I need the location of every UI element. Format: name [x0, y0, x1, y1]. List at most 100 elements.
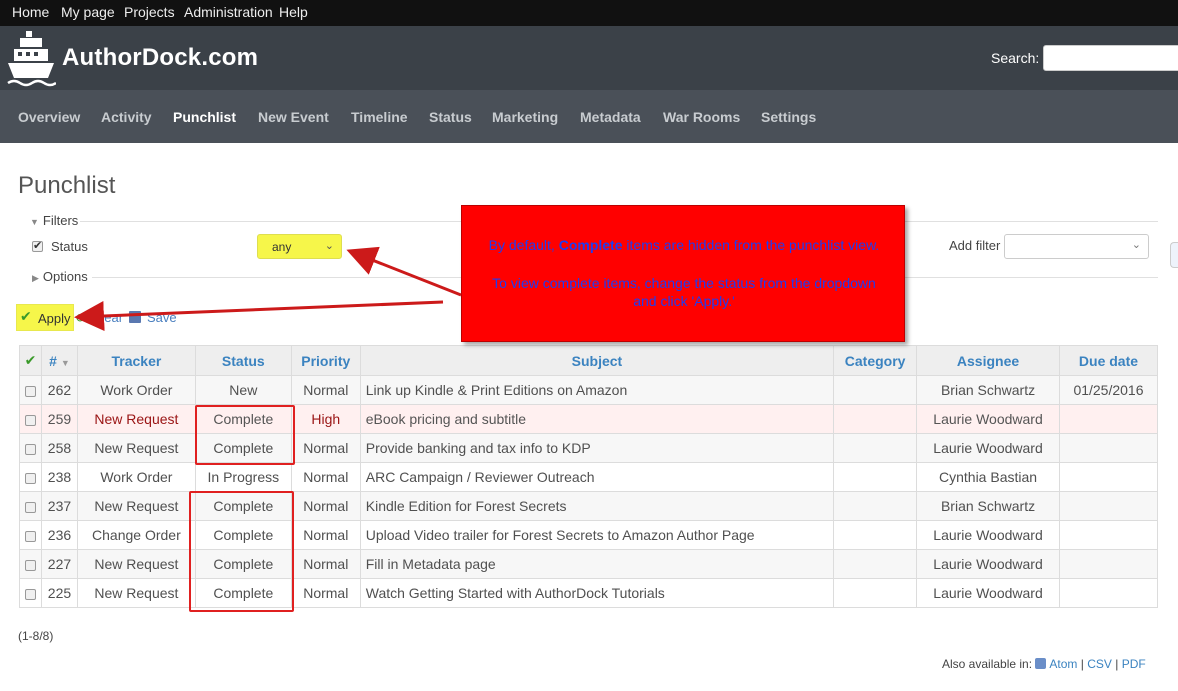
issue-subject[interactable]: ARC Campaign / Reviewer Outreach	[359, 462, 835, 492]
search-input[interactable]	[1043, 45, 1178, 71]
filters-legend[interactable]: ▼ Filters	[30, 213, 78, 228]
row-checkbox[interactable]	[24, 501, 36, 513]
issue-id[interactable]: 225	[40, 578, 78, 608]
table-row[interactable]: 262 Work Order New Normal Link up Kindle…	[19, 375, 1159, 405]
clear-link[interactable]: Clear	[92, 310, 123, 325]
main-nav: Overview Activity Punchlist New Event Ti…	[0, 90, 1178, 143]
top-menu-projects[interactable]: Projects	[124, 4, 175, 20]
column-header-category[interactable]: Category	[833, 345, 918, 376]
issue-subject[interactable]: eBook pricing and subtitle	[359, 404, 835, 434]
export-formats: Also available in: Atom | CSV | PDF	[942, 657, 1146, 671]
column-header-due-date[interactable]: Due date	[1058, 345, 1159, 376]
issue-assignee[interactable]: Laurie Woodward	[916, 404, 1060, 434]
issue-due-date	[1058, 462, 1159, 492]
issue-due-date	[1058, 520, 1159, 550]
issue-assignee[interactable]: Cynthia Bastian	[916, 462, 1060, 492]
tab-metadata[interactable]: Metadata	[580, 109, 641, 125]
top-menu-home[interactable]: Home	[12, 4, 49, 20]
tab-marketing[interactable]: Marketing	[492, 109, 558, 125]
export-pdf-link[interactable]: PDF	[1122, 657, 1146, 671]
row-checkbox[interactable]	[24, 472, 36, 484]
add-filter-select[interactable]: ⌄	[1004, 234, 1149, 259]
issue-due-date: 01/25/2016	[1058, 375, 1159, 405]
issue-subject[interactable]: Kindle Edition for Forest Secrets	[359, 491, 835, 521]
tab-status[interactable]: Status	[429, 109, 472, 125]
status-filter-select[interactable]: any ⌄	[257, 234, 342, 259]
page-title: Punchlist	[18, 172, 116, 199]
issue-status: In Progress	[194, 462, 292, 492]
chevron-down-icon: ⌄	[1131, 239, 1141, 251]
callout-line-3: and click 'Apply.'	[633, 293, 735, 309]
select-all-check-icon[interactable]: ✔	[19, 345, 42, 376]
issue-assignee[interactable]: Brian Schwartz	[916, 491, 1060, 521]
row-checkbox[interactable]	[24, 443, 36, 455]
issue-assignee[interactable]: Laurie Woodward	[916, 520, 1060, 550]
apply-button[interactable]: ✔ Apply	[16, 304, 74, 331]
issue-due-date	[1058, 491, 1159, 521]
issue-assignee[interactable]: Laurie Woodward	[916, 549, 1060, 579]
export-csv-link[interactable]: CSV	[1087, 657, 1112, 671]
column-header-priority[interactable]: Priority	[290, 345, 361, 376]
tab-overview[interactable]: Overview	[18, 109, 80, 125]
issue-subject[interactable]: Link up Kindle & Print Editions on Amazo…	[359, 375, 835, 405]
column-header-tracker[interactable]: Tracker	[76, 345, 196, 376]
issue-subject[interactable]: Watch Getting Started with AuthorDock Tu…	[359, 578, 835, 608]
column-header-id[interactable]: # ▼	[40, 345, 78, 376]
issue-assignee[interactable]: Laurie Woodward	[916, 433, 1060, 463]
column-header-assignee[interactable]: Assignee	[916, 345, 1060, 376]
row-checkbox[interactable]	[24, 530, 36, 542]
row-checkbox[interactable]	[24, 588, 36, 600]
issue-subject[interactable]: Provide banking and tax info to KDP	[359, 433, 835, 463]
feed-icon	[1035, 658, 1047, 669]
tab-timeline[interactable]: Timeline	[351, 109, 408, 125]
issue-id[interactable]: 238	[40, 462, 78, 492]
tab-punchlist[interactable]: Punchlist	[173, 109, 236, 125]
top-menu-help[interactable]: Help	[279, 4, 308, 20]
issue-id[interactable]: 259	[40, 404, 78, 434]
add-filter-label: Add filter	[949, 238, 1001, 253]
issue-priority: Normal	[290, 578, 361, 608]
table-row[interactable]: 238 Work Order In Progress Normal ARC Ca…	[19, 462, 1159, 492]
tab-activity[interactable]: Activity	[101, 109, 152, 125]
issue-id[interactable]: 258	[40, 433, 78, 463]
issue-category	[833, 520, 918, 550]
tab-new-event[interactable]: New Event	[258, 109, 329, 125]
issue-due-date	[1058, 433, 1159, 463]
issue-priority: Normal	[290, 520, 361, 550]
table-row[interactable]: 258 New Request Complete Normal Provide …	[19, 433, 1159, 463]
issue-due-date	[1058, 404, 1159, 434]
issue-id[interactable]: 237	[40, 491, 78, 521]
issue-subject[interactable]: Upload Video trailer for Forest Secrets …	[359, 520, 835, 550]
issue-id[interactable]: 262	[40, 375, 78, 405]
row-checkbox[interactable]	[24, 559, 36, 571]
save-link[interactable]: Save	[147, 310, 177, 325]
table-row[interactable]: 259 New Request Complete High eBook pric…	[19, 404, 1159, 434]
issue-assignee[interactable]: Brian Schwartz	[916, 375, 1060, 405]
top-menu-my-page[interactable]: My page	[61, 4, 115, 20]
issue-category	[833, 549, 918, 579]
top-menu-administration[interactable]: Administration	[184, 4, 273, 20]
export-atom-link[interactable]: Atom	[1049, 657, 1077, 671]
tab-war-rooms[interactable]: War Rooms	[663, 109, 740, 125]
issue-assignee[interactable]: Laurie Woodward	[916, 578, 1060, 608]
row-checkbox[interactable]	[24, 385, 36, 397]
row-checkbox[interactable]	[24, 414, 36, 426]
issue-category	[833, 578, 918, 608]
issue-tracker: New Request	[76, 549, 196, 579]
options-legend[interactable]: ▶ Options	[32, 269, 88, 284]
status-filter-checkbox[interactable]	[32, 239, 43, 252]
reload-icon: ⟳	[76, 311, 87, 325]
issue-priority: High	[290, 404, 361, 434]
column-header-status[interactable]: Status	[194, 345, 292, 376]
save-icon	[129, 311, 141, 323]
table-header-row: ✔ # ▼ Tracker Status Priority Subject Ca…	[19, 345, 1159, 376]
side-panel-handle[interactable]	[1170, 242, 1178, 268]
issue-tracker: Work Order	[76, 375, 196, 405]
issue-id[interactable]: 227	[40, 549, 78, 579]
issue-due-date	[1058, 549, 1159, 579]
site-title[interactable]: AuthorDock.com	[62, 44, 258, 72]
tab-settings[interactable]: Settings	[761, 109, 816, 125]
column-header-subject[interactable]: Subject	[359, 345, 835, 376]
issue-subject[interactable]: Fill in Metadata page	[359, 549, 835, 579]
issue-id[interactable]: 236	[40, 520, 78, 550]
